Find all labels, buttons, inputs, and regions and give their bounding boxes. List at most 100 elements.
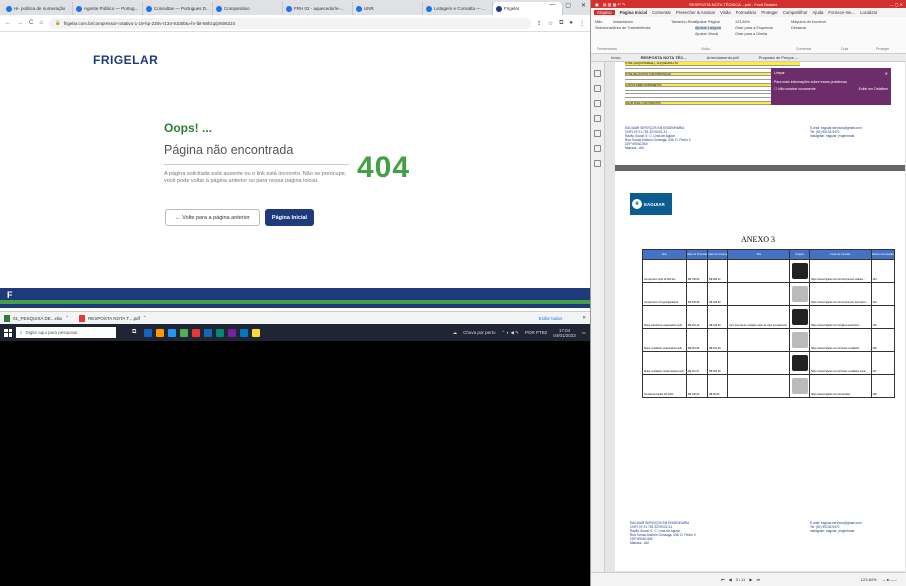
menu-fill-sign[interactable]: Preencher & Assinar [676,10,715,15]
close-button[interactable]: ✕ [581,2,586,9]
taskbar-app-icon[interactable] [204,328,213,337]
doc-tab[interactable]: Proposta de Preços -... [759,55,800,60]
taskbar-app-icon[interactable] [168,328,177,337]
chevron-up-icon[interactable]: ⌃ [65,315,69,321]
taskbar-search-input[interactable]: ⌕ Digite aqui para pesquisar [16,327,116,338]
attachment-icon[interactable] [594,130,601,137]
home-page-button[interactable]: Página Inicial [265,209,314,226]
layers-icon[interactable] [594,100,601,107]
zoom-level[interactable]: 123,84% [861,577,877,582]
page-number-input[interactable]: 3 / 11 [736,577,746,582]
fit-page-button[interactable]: Ajustar Página [695,20,721,24]
dont-show-checkbox[interactable]: ☐ Não mostrar novamente [774,87,816,91]
taskbar-app-icon[interactable] [180,328,189,337]
table-cell: Compressor split 12.000 btu [642,259,687,283]
menu-file[interactable]: Arquivo [594,10,615,15]
doc-tab[interactable]: Arrendamento.pdf [707,55,739,60]
next-page-icon[interactable]: ▶ [749,577,752,582]
taskbar-app-icon[interactable] [144,328,153,337]
reload-icon[interactable]: C [29,20,33,26]
popup-header[interactable]: Limpar [774,71,785,76]
browser-tab[interactable]: UNR [353,2,423,15]
clipboard-button[interactable]: Área de Transferência [613,26,650,30]
taskbar-app-icon[interactable] [252,328,261,337]
last-page-icon[interactable]: ⏭ [756,577,760,582]
typewriter-button[interactable]: Máquina de escrever [791,20,826,24]
menu-comment[interactable]: Comentar [652,10,671,15]
chevron-up-icon[interactable]: ⌃ [143,315,147,321]
actual-size-button[interactable]: Tamanho Real [671,20,695,24]
back-to-previous-button[interactable]: ← Volte para a página anterior [165,209,260,226]
show-all-downloads-link[interactable]: Exibir todos [539,316,563,321]
snapshot-button[interactable]: Instantâneo [613,20,650,24]
taskbar-app-icon[interactable] [216,328,225,337]
star-icon[interactable]: ☆ [548,20,553,27]
browser-tab[interactable]: Listagem e Consulta — ... [423,2,493,15]
back-icon[interactable]: ← [5,20,11,26]
taskbar-app-icon[interactable] [192,328,201,337]
popup-message: Para mais informações sobre esses proble… [774,80,847,84]
doc-tab-active[interactable]: RESPOSTA NOTA TÉC... [641,55,687,60]
bookmark-icon[interactable] [594,70,601,77]
minimize-button[interactable]: — [549,2,555,9]
windows-start-icon[interactable] [4,328,12,337]
download-item[interactable]: 01_PESQUISA DE...xlsx ⌃ [4,314,69,322]
extensions-icon[interactable]: ⧉ [559,20,563,27]
notifications-icon[interactable]: ▭ [582,330,586,336]
hand-tool-button[interactable]: Mão [595,20,613,24]
quick-access-icons[interactable]: ▤ ▥ ▦ ↶ ↷ [603,2,626,7]
close-downloads-button[interactable]: ✕ [582,315,586,321]
taskbar-app-icon[interactable] [156,328,165,337]
comment-icon[interactable] [594,115,601,122]
maximize-button[interactable]: ▢ [565,2,571,9]
taskbar-app-icon[interactable] [228,328,237,337]
menu-form[interactable]: Formulário [736,10,757,15]
menu-protect[interactable]: Proteger [761,10,777,15]
doc-tab[interactable]: Início [611,55,621,60]
url-input[interactable]: 🔒 frigelar.com.br/compressor-rotativo-1-1… [48,17,531,29]
window-controls[interactable]: — ▢ ✕ [890,2,903,7]
prev-page-icon[interactable]: ◀ [729,577,732,582]
fit-visible-button[interactable]: Ajustar Visual [695,32,721,36]
menu-home[interactable]: Página Inicial [620,10,647,15]
find-input[interactable]: Localizar [860,10,877,15]
taskbar-app-icon[interactable] [240,328,249,337]
tray-icons[interactable]: ⌃ ◐ ◀ ✎ [501,330,518,336]
lock-icon[interactable] [594,145,601,152]
browser-tab[interactable]: Agente Público — Portug... [73,2,143,15]
highlight-button[interactable]: Destacar [791,26,826,30]
table-cell [727,351,791,375]
menu-icon[interactable]: ⋮ [579,20,585,27]
menu-view[interactable]: Visão [720,10,731,15]
first-page-icon[interactable]: ⏮ [721,577,725,582]
pages-icon[interactable] [594,85,601,92]
table-cell [789,374,810,398]
menu-help[interactable]: Ajuda [812,10,823,15]
download-item[interactable]: RESPOSTA NOTA T....pdf ⌃ [79,314,147,322]
home-icon[interactable]: ⌂ [39,20,43,26]
rotate-right-button[interactable]: Girar para a Direita [735,32,773,36]
zoom-select[interactable]: 123,84% [735,20,773,24]
weather-icon[interactable]: ☁ [453,330,458,336]
rotate-left-button[interactable]: Girar para a Esquerda [735,26,773,30]
zoom-slider[interactable]: —●—— [883,577,897,582]
browser-tab[interactable]: FRH 02 - aquecedor/e-... [283,2,353,15]
close-popup-icon[interactable]: ✕ [885,71,888,76]
browser-tab[interactable]: Comparativo [213,2,283,15]
site-logo[interactable]: FRIGELAR [93,53,158,67]
clock[interactable]: 17:04 04/01/2023 [553,328,576,338]
browser-tab[interactable]: Hi- política de numeração [3,2,73,15]
menu-share[interactable]: Compartilhar [783,10,808,15]
favicon-icon [356,5,362,12]
fit-width-button[interactable]: Ajustar Largura [695,26,721,30]
task-view-icon[interactable]: ⧉ [132,329,136,336]
browser-tab[interactable]: Consultas — Portugues D... [143,2,213,15]
forward-icon[interactable]: → [17,20,23,26]
profile-icon[interactable]: ● [569,20,573,27]
signature-icon[interactable] [594,160,601,167]
select-tool-button[interactable]: Selecionar [595,26,613,30]
language-indicator[interactable]: POR PTB2 [525,330,547,335]
share-icon[interactable]: ⇪ [537,20,542,27]
details-link[interactable]: Exibir em Detalhes [859,87,888,91]
tell-me-input[interactable]: Fornece-me... [828,10,855,15]
